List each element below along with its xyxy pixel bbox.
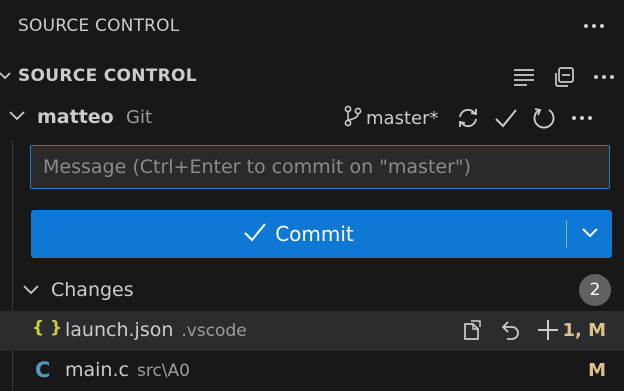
branch-name: master* <box>366 107 439 129</box>
file-name: main.c <box>65 359 129 381</box>
discard-changes-icon[interactable] <box>496 316 524 344</box>
commit-button[interactable]: Commit <box>31 210 566 258</box>
more-actions-icon[interactable] <box>582 14 606 38</box>
collapse-all-icon[interactable] <box>550 63 578 91</box>
sync-icon[interactable] <box>454 104 482 132</box>
file-directory: src\A0 <box>136 361 190 381</box>
list-item-main-c[interactable]: C main.c src\A0 M <box>0 351 624 391</box>
view-as-list-icon[interactable] <box>510 63 538 91</box>
commit-message-box <box>30 145 610 189</box>
refresh-icon[interactable] <box>530 104 558 132</box>
chevron-down-icon[interactable] <box>0 68 12 87</box>
more-actions-icon[interactable] <box>568 104 596 132</box>
file-actions <box>458 316 562 344</box>
commit-button-group: Commit <box>31 210 612 258</box>
repository-name: matteo <box>37 106 114 128</box>
section-actions <box>510 62 618 92</box>
changes-count-badge: 2 <box>579 274 611 306</box>
file-name: launch.json <box>65 319 174 341</box>
json-braces-icon: { } <box>32 318 63 338</box>
file-directory: .vscode <box>181 321 247 341</box>
commit-button-label: Commit <box>275 222 354 246</box>
source-control-panel: SOURCE CONTROL SOURCE CONTROL matteo Git… <box>0 0 624 391</box>
check-icon <box>243 221 267 248</box>
file-status: M <box>588 360 606 381</box>
repository-provider: Git <box>126 107 153 128</box>
commit-dropdown-button[interactable] <box>567 210 612 258</box>
git-branch-icon <box>344 105 362 132</box>
chevron-down-icon <box>580 225 600 244</box>
c-file-icon: C <box>35 358 51 382</box>
file-status: 1, M <box>562 320 606 341</box>
stage-changes-icon[interactable] <box>534 316 562 344</box>
branch-picker[interactable]: master* <box>344 105 438 132</box>
pane-title: SOURCE CONTROL <box>18 16 180 36</box>
repository-actions: master* <box>344 101 596 135</box>
commit-message-input[interactable] <box>31 146 609 188</box>
check-icon[interactable] <box>492 104 520 132</box>
list-item-launch-json[interactable]: { } launch.json .vscode 1, M <box>0 311 624 351</box>
section-title: SOURCE CONTROL <box>18 66 197 86</box>
changes-label: Changes <box>51 279 134 301</box>
chevron-down-icon[interactable] <box>8 108 26 128</box>
more-actions-icon[interactable] <box>590 63 618 91</box>
open-file-icon[interactable] <box>458 316 486 344</box>
chevron-down-icon[interactable] <box>22 282 40 302</box>
